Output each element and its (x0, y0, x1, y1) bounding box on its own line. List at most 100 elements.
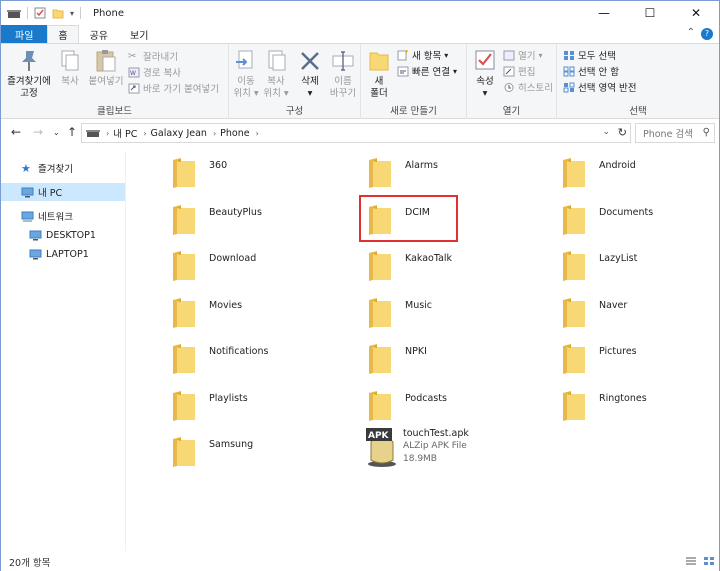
title-separator-2 (80, 7, 82, 19)
back-arrow-icon[interactable]: ← (11, 125, 21, 139)
easy-access-button[interactable]: 빠른 연결 ▾ (397, 64, 457, 78)
up-arrow-icon[interactable]: ↑ (67, 125, 77, 139)
folder-name: Ringtones (599, 392, 647, 404)
paste-shortcut-button[interactable]: 바로 가기 붙여넣기 (128, 81, 219, 95)
copy-button[interactable]: 복사 (55, 48, 85, 88)
file-item[interactable]: 360 (127, 149, 317, 193)
minimize-button[interactable]: — (581, 1, 627, 25)
open-button[interactable]: 열기 ▾ (503, 48, 543, 62)
nav-item-laptop1[interactable]: LAPTOP1 (1, 245, 125, 263)
paste-shortcut-icon (128, 83, 140, 93)
file-item[interactable]: Documents (517, 196, 707, 240)
title-separator (27, 7, 28, 19)
folder-name: BeautyPlus (209, 206, 262, 218)
paste-label: 붙여넣기 (88, 76, 124, 87)
properties-button[interactable]: 속성 ▾ (471, 48, 499, 100)
file-item[interactable]: Download (127, 242, 317, 286)
file-item[interactable]: Naver (517, 289, 707, 333)
tab-file[interactable]: 파일 (1, 25, 48, 43)
nav-item-desktop1[interactable]: DESKTOP1 (1, 226, 125, 244)
file-item[interactable]: Music (323, 289, 513, 333)
file-item[interactable]: Pictures (517, 335, 707, 379)
organize-group: 이동 위치 ▾ 복사 위치 ▾ 삭제 ▾ 이름 바꾸기 구성 (229, 44, 361, 119)
cut-button[interactable]: ✂ 잘라내기 (128, 49, 178, 64)
details-view-icon[interactable] (685, 556, 697, 566)
qa-dropdown-icon[interactable]: ▾ (70, 9, 74, 18)
nav-item-this-pc[interactable]: 내 PC (1, 183, 125, 201)
crumb-arrow-icon: › (255, 128, 259, 138)
move-to-button[interactable]: 이동 위치 ▾ (231, 48, 261, 100)
properties-dropdown-icon: ▾ (482, 88, 488, 99)
tab-share[interactable]: 공유 (79, 25, 119, 43)
tab-home[interactable]: 홈 (47, 25, 79, 43)
select-all-button[interactable]: 모두 선택 (563, 48, 616, 62)
delete-button[interactable]: 삭제 ▾ (295, 48, 325, 100)
paste-button[interactable]: 붙여넣기 (87, 48, 125, 88)
file-item[interactable]: KakaoTalk (323, 242, 513, 286)
pin-to-quick-access-button[interactable]: 즐겨찾기에 고정 (5, 48, 53, 100)
breadcrumb-phone[interactable]: Phone (220, 128, 249, 139)
new-folder-button[interactable]: 새 폴더 (365, 48, 393, 100)
nav-item-label: 네트워크 (38, 212, 73, 223)
large-icons-view-icon[interactable] (703, 556, 715, 566)
folder-icon (369, 297, 391, 328)
nav-item-quick-access[interactable]: ★ 즐겨찾기 (1, 159, 125, 177)
folder-name: KakaoTalk (405, 253, 453, 264)
rename-button[interactable]: 이름 바꾸기 (327, 48, 359, 100)
folder-name: Alarms (405, 160, 438, 171)
nav-item-network[interactable]: 네트워크 (1, 207, 125, 225)
file-item[interactable]: NPKI (323, 335, 513, 379)
explorer-app-icon[interactable] (7, 7, 21, 19)
file-item[interactable]: Playlists (127, 382, 317, 426)
close-button[interactable]: ✕ (673, 1, 719, 25)
file-item[interactable]: Podcasts (323, 382, 513, 426)
address-bar[interactable]: › 내 PC › Galaxy Jean › Phone › ⌄ ↻ (81, 123, 631, 143)
edit-button[interactable]: 편집 (503, 64, 535, 78)
help-icon[interactable]: ? (701, 28, 713, 40)
address-dropdown-icon[interactable]: ⌄ (602, 127, 610, 137)
forward-arrow-icon[interactable]: → (33, 125, 43, 139)
nav-item-label: DESKTOP1 (46, 229, 96, 241)
edit-label: 편집 (518, 67, 536, 78)
folder-name: NPKI (405, 346, 427, 357)
copy-to-button[interactable]: 복사 위치 ▾ (261, 48, 291, 100)
open-icon (503, 50, 515, 60)
file-item[interactable]: Movies (127, 289, 317, 333)
tab-view[interactable]: 보기 (119, 25, 159, 43)
new-folder-quick-icon[interactable] (52, 7, 64, 19)
invert-selection-button[interactable]: 선택 영역 반전 (563, 80, 636, 94)
search-input[interactable]: Phone 검색 ⚲ (635, 123, 715, 143)
computer-icon (29, 249, 42, 259)
new-folder-label: 새 (374, 76, 384, 87)
recent-locations-icon[interactable]: ⌄ (53, 128, 60, 137)
folder-icon (173, 297, 195, 328)
collapse-ribbon-icon[interactable]: ⌃ (687, 27, 695, 38)
nav-item-label: LAPTOP1 (46, 248, 89, 260)
properties-label: 속성 (476, 76, 494, 87)
pane-divider[interactable] (125, 151, 126, 551)
select-none-button[interactable]: 선택 안 함 (563, 64, 619, 78)
history-button[interactable]: 히스토리 (503, 80, 553, 94)
file-item[interactable]: Notifications (127, 335, 317, 379)
file-size: 18.9MB (403, 454, 437, 464)
breadcrumb-device[interactable]: Galaxy Jean (151, 128, 207, 139)
new-folder-icon (369, 52, 389, 71)
maximize-button[interactable]: ☐ (627, 1, 673, 25)
folder-name: Naver (599, 299, 628, 311)
open-group-label: 열기 (502, 106, 521, 117)
file-item[interactable]: Android (517, 149, 707, 193)
file-item[interactable]: Alarms (323, 149, 513, 193)
file-item[interactable]: Ringtones (517, 382, 707, 426)
file-item[interactable]: LazyList (517, 242, 707, 286)
refresh-icon[interactable]: ↻ (618, 126, 627, 139)
item-count: 20개 항목 (9, 557, 51, 569)
file-item[interactable]: APK touchTest.apk ALZip APK File 18.9MB (127, 428, 527, 472)
new-group-label: 새로 만들기 (390, 106, 437, 117)
breadcrumb-this-pc[interactable]: 내 PC (113, 126, 137, 140)
file-item[interactable]: BeautyPlus (127, 196, 317, 240)
paste-icon (96, 50, 116, 72)
copy-path-button[interactable]: W 경로 복사 (128, 65, 181, 79)
new-item-button[interactable]: 새 항목 ▾ (397, 48, 448, 62)
copy-to-label: 복사 (267, 76, 285, 87)
properties-quick-icon[interactable] (34, 7, 46, 19)
